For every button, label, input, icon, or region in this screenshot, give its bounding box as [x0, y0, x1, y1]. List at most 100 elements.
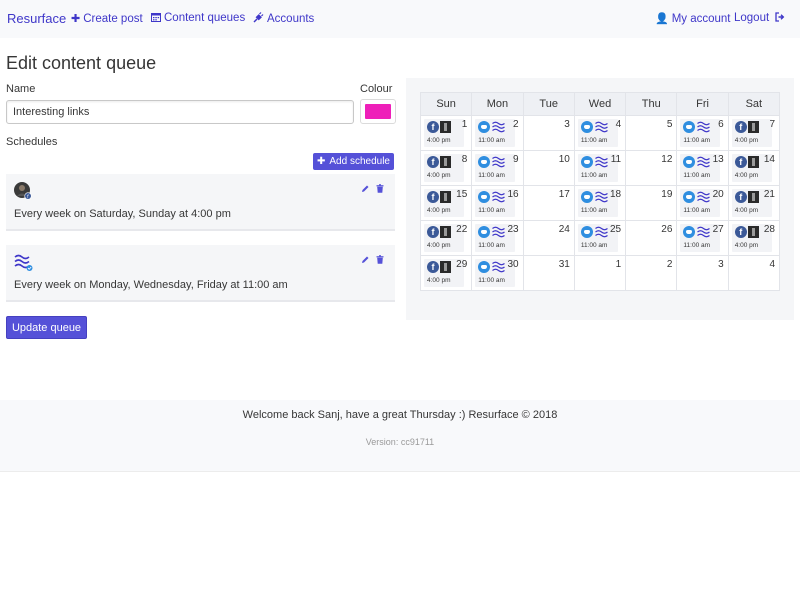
calendar-day-cell[interactable]: f 4:00 pm 7 — [727, 115, 781, 151]
facebook-icon: f — [734, 226, 747, 238]
calendar-event[interactable]: 11:00 am — [475, 154, 516, 182]
day-number: 11 — [610, 154, 622, 165]
nav-logout[interactable]: Logout — [734, 12, 788, 24]
calendar-day-cell[interactable]: 1 — [573, 255, 627, 291]
calendar-day-cell[interactable]: f 4:00 pm 28 — [727, 220, 781, 256]
calendar-day-cell[interactable]: 11:00 am 2 — [471, 115, 524, 151]
nav-my-account[interactable]: 👤 My account — [655, 12, 731, 25]
day-number: 28 — [763, 224, 775, 235]
calendar-day-cell[interactable]: f 4:00 pm 22 — [419, 220, 473, 256]
calendar-day-cell[interactable]: f 4:00 pm 15 — [419, 185, 473, 221]
twitter-icon — [580, 191, 593, 203]
calendar-week-row: f 4:00 pm 22 11:00 am 23 24 11:00 am 25 26 11:00 … — [419, 220, 781, 256]
nav-my-account-label: My account — [671, 13, 731, 25]
calendar-day-cell[interactable]: 31 — [522, 255, 575, 291]
calendar-day-cell[interactable]: 11:00 am 30 — [471, 255, 524, 291]
event-icons — [580, 156, 608, 168]
calendar-day-cell[interactable]: 17 — [522, 185, 575, 221]
calendar-day-cell[interactable]: f 4:00 pm 1 — [419, 115, 473, 151]
event-time: 4:00 pm — [427, 277, 451, 284]
calendar-event[interactable]: f 4:00 pm — [424, 154, 464, 182]
calendar-day-cell[interactable]: 11:00 am 25 — [573, 220, 627, 256]
waves-icon — [594, 191, 608, 203]
calendar-day-cell[interactable]: f 4:00 pm 29 — [419, 255, 473, 291]
queue-name-input[interactable] — [6, 100, 354, 124]
calendar-day-header: Thu — [625, 92, 678, 116]
day-number: 6 — [718, 119, 724, 130]
calendar-day-cell[interactable]: f 4:00 pm 14 — [727, 150, 781, 186]
calendar-event[interactable]: f 4:00 pm — [731, 119, 772, 147]
profile-photo-icon — [747, 226, 759, 238]
calendar-day-cell[interactable]: 11:00 am 23 — [471, 220, 524, 256]
twitter-icon — [478, 156, 491, 168]
event-icons: f — [734, 191, 759, 203]
waves-icon — [697, 156, 711, 168]
calendar-day-cell[interactable]: f 4:00 pm 21 — [727, 185, 781, 221]
day-number: 31 — [558, 259, 570, 270]
waves-icon — [697, 191, 711, 203]
calendar-day-cell[interactable]: 26 — [625, 220, 678, 256]
calendar-day-cell[interactable]: 11:00 am 11 — [573, 150, 627, 186]
calendar-day-cell[interactable]: 11:00 am 9 — [471, 150, 524, 186]
day-number: 23 — [507, 224, 519, 235]
calendar-day-cell[interactable]: 5 — [625, 115, 678, 151]
calendar-event[interactable]: 11:00 am — [475, 119, 516, 147]
schedule-description: Every week on Monday, Wednesday, Friday … — [14, 279, 288, 291]
calendar-day-cell[interactable]: f 4:00 pm 8 — [419, 150, 473, 186]
event-time: 4:00 pm — [427, 137, 451, 144]
calendar-day-cell[interactable]: 11:00 am 27 — [676, 220, 729, 256]
calendar-event[interactable]: 11:00 am — [680, 119, 721, 147]
calendar-day-cell[interactable]: 11:00 am 20 — [676, 185, 729, 221]
calendar-week-row: f 4:00 pm 29 11:00 am 30 31 1 2 3 4 — [419, 255, 781, 291]
calendar-day-cell[interactable]: 11:00 am 6 — [676, 115, 729, 151]
event-icons — [478, 261, 506, 273]
add-schedule-button[interactable]: ✚ Add schedule — [313, 153, 394, 170]
calendar-day-cell[interactable]: 3 — [676, 255, 729, 291]
calendar-day-cell[interactable]: 11:00 am 13 — [676, 150, 729, 186]
calendar-event[interactable]: f 4:00 pm — [424, 119, 464, 147]
twitter-icon — [683, 226, 696, 238]
edit-schedule-icon[interactable] — [361, 255, 370, 264]
plus-icon: ✚ — [317, 156, 326, 167]
event-time: 11:00 am — [683, 172, 711, 179]
calendar-day-cell[interactable]: 4 — [727, 255, 781, 291]
colour-picker[interactable] — [360, 99, 396, 124]
event-icons — [683, 226, 711, 238]
edit-schedule-icon[interactable] — [361, 184, 370, 193]
event-time: 11:00 am — [478, 277, 505, 284]
calendar-day-cell[interactable]: 11:00 am 16 — [471, 185, 524, 221]
day-number: 24 — [558, 224, 570, 235]
calendar-day-cell[interactable]: 10 — [522, 150, 575, 186]
add-schedule-label: Add schedule — [329, 156, 390, 167]
event-time: 11:00 am — [580, 207, 608, 214]
calendar-day-cell[interactable]: 11:00 am 18 — [573, 185, 627, 221]
nav-accounts[interactable]: Accounts — [253, 12, 314, 25]
delete-schedule-icon[interactable] — [376, 255, 384, 264]
page-title: Edit content queue — [6, 53, 157, 73]
day-number: 26 — [661, 224, 673, 235]
footer-welcome-text: Welcome back Sanj, have a great Thursday… — [242, 409, 558, 421]
nav-content-queues[interactable]: Content queues — [151, 12, 245, 24]
calendar-event[interactable]: 11:00 am — [577, 119, 618, 147]
calendar-day-cell[interactable]: 3 — [522, 115, 575, 151]
event-time: 11:00 am — [478, 137, 505, 144]
delete-schedule-icon[interactable] — [376, 184, 384, 193]
update-queue-button[interactable]: Update queue — [6, 316, 87, 339]
calendar-day-cell[interactable]: 19 — [625, 185, 678, 221]
calendar-day-cell[interactable]: 11:00 am 4 — [573, 115, 627, 151]
day-number: 4 — [769, 259, 775, 270]
profile-photo-icon — [747, 156, 759, 168]
day-number: 25 — [610, 224, 622, 235]
calendar-day-cell[interactable]: 24 — [522, 220, 575, 256]
calendar-day-cell[interactable]: 2 — [625, 255, 678, 291]
schedule-card: Every week on Monday, Wednesday, Friday … — [6, 245, 395, 302]
nav-create-post[interactable]: ✚ Create post — [71, 12, 143, 25]
brand-logo[interactable]: Resurface — [7, 11, 66, 26]
event-time: 11:00 am — [580, 242, 608, 249]
waves-icon — [492, 121, 506, 133]
facebook-icon: f — [734, 156, 747, 168]
calendar-day-cell[interactable]: 12 — [625, 150, 678, 186]
twitter-icon — [683, 121, 696, 133]
calendar-day-header: Tue — [522, 92, 575, 116]
profile-photo-icon — [440, 156, 451, 168]
